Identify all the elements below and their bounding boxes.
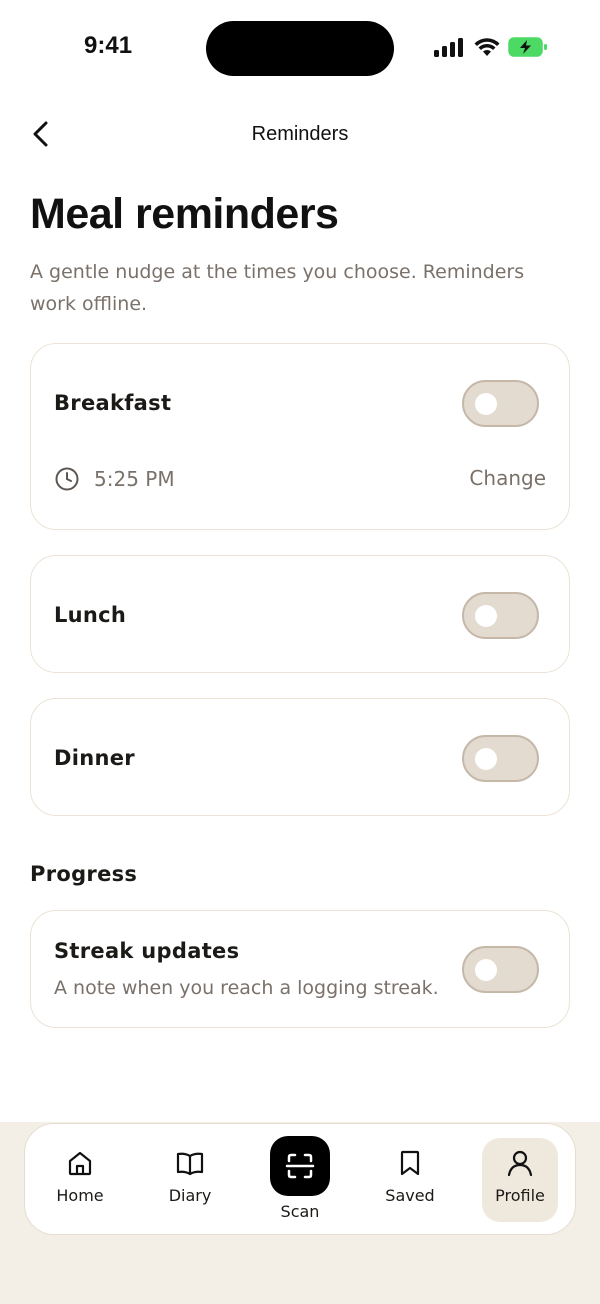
cellular-signal-icon (434, 38, 463, 57)
breakfast-label: Breakfast (54, 391, 172, 415)
streak-card: Streak updates A note when you reach a l… (30, 910, 570, 1028)
streak-description: A note when you reach a logging streak. (54, 977, 439, 999)
breakfast-time: 5:25 PM (94, 467, 175, 491)
user-icon (507, 1150, 533, 1177)
wifi-icon (474, 38, 500, 56)
page-subtitle: A gentle nudge at the times you choose. … (30, 261, 525, 315)
scan-button[interactable] (270, 1136, 330, 1196)
tab-diary-label: Diary (168, 1186, 212, 1205)
tab-home-label: Home (56, 1186, 104, 1205)
change-time-link[interactable]: Change (469, 466, 546, 490)
scan-icon (285, 1153, 315, 1179)
page-title: Meal reminders (30, 190, 339, 238)
toggle-knob (475, 959, 497, 981)
lunch-label: Lunch (54, 603, 127, 627)
tab-saved-label: Saved (385, 1186, 435, 1205)
nav-header: Reminders (0, 110, 600, 160)
tab-scan-label: Scan (280, 1202, 320, 1221)
book-icon (176, 1152, 204, 1176)
status-bar: 9:41 (0, 0, 600, 96)
tab-saved[interactable]: Saved (372, 1138, 448, 1222)
home-icon (68, 1151, 92, 1176)
status-icons (434, 36, 548, 58)
progress-section-title: Progress (30, 862, 138, 886)
bookmark-icon (400, 1150, 420, 1176)
clock-icon (55, 467, 79, 491)
dinner-toggle[interactable] (462, 735, 539, 782)
breakfast-card: Breakfast 5:25 PM Change (30, 343, 570, 530)
status-time: 9:41 (84, 32, 133, 59)
streak-toggle[interactable] (462, 946, 539, 993)
dinner-card: Dinner (30, 698, 570, 816)
tab-profile[interactable]: Profile (482, 1138, 558, 1222)
toggle-knob (475, 748, 497, 770)
toggle-knob (475, 605, 497, 627)
battery-charging-icon (508, 37, 547, 57)
tab-diary[interactable]: Diary (152, 1138, 228, 1222)
dynamic-island (206, 21, 394, 76)
lunch-card: Lunch (30, 555, 570, 673)
breakfast-time-row: 5:25 PM (54, 466, 175, 492)
tab-home[interactable]: Home (42, 1138, 118, 1222)
breakfast-toggle[interactable] (462, 380, 539, 427)
tab-bar: Home Diary Scan Saved Profile (24, 1123, 576, 1235)
dinner-label: Dinner (54, 746, 135, 770)
nav-title: Reminders (251, 123, 349, 145)
streak-label: Streak updates (54, 939, 240, 963)
toggle-knob (475, 393, 497, 415)
lunch-toggle[interactable] (462, 592, 539, 639)
tab-profile-label: Profile (495, 1186, 545, 1205)
